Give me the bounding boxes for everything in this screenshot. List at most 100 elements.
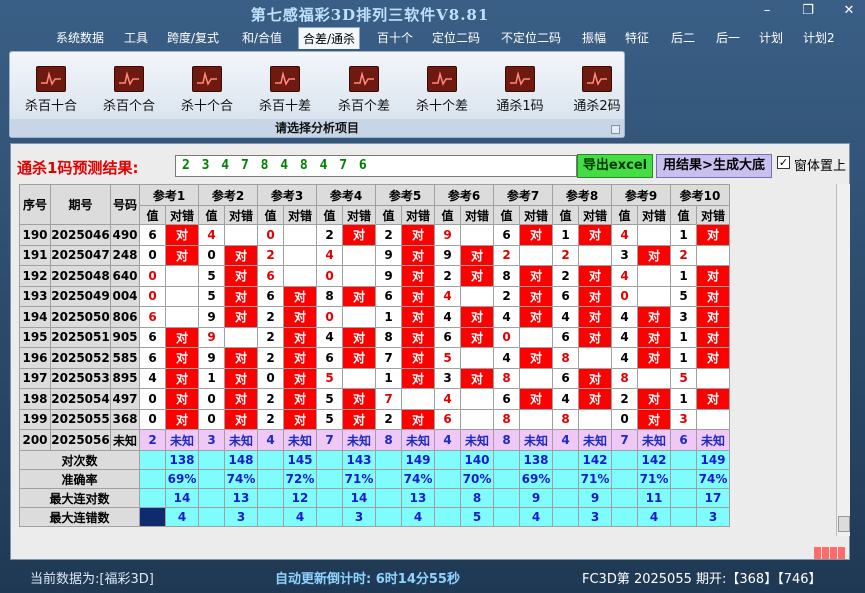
menu-item-12[interactable]: 后一 <box>712 27 744 49</box>
table-row[interactable]: 193 2025049 004 0 5 对 6 对 8 对 6 对 4 2 对 6 对 0 5 对 <box>19 285 730 307</box>
menu-item-5[interactable]: 合差/通杀 <box>298 27 361 49</box>
pending-row[interactable]: 200 2025056 未知 2 未知 3 未知 4 未知 7 未知 8 未知 4 未知 8 未知 4 未知 7 未知 6… <box>19 429 730 451</box>
header-hit: 对错 <box>460 205 494 225</box>
stat-spacer <box>434 469 461 489</box>
table-row[interactable]: 196 2025052 585 6 对 9 对 2 对 6 对 7 对 5 4 对 8 4 对 1 对 <box>19 347 730 369</box>
scrollbar-thumb[interactable] <box>838 516 850 532</box>
table-row[interactable]: 192 2025048 640 0 5 对 6 0 9 对 2 对 8 对 2 对 4 1 对 <box>19 265 730 287</box>
menu-item-6[interactable]: 百十个 <box>373 27 417 49</box>
vertical-scrollbar[interactable] <box>836 184 850 536</box>
table-row[interactable]: 194 2025050 806 6 9 对 2 对 0 1 对 4 对 4 对 4 对 4 对 3 对 <box>19 306 730 328</box>
header-value: 值 <box>670 205 697 225</box>
minimize-icon[interactable]: – <box>756 4 778 20</box>
cell-value: 7 <box>375 388 402 410</box>
ribbon-button-6[interactable]: 杀十个差 <box>403 66 481 114</box>
menu-item-8[interactable]: 不定位二码 <box>497 27 565 49</box>
cell-hit: 对 <box>165 244 199 266</box>
menu-item-1[interactable]: 系统数据 <box>52 27 108 49</box>
cell-value: 4 <box>611 326 638 348</box>
table-row[interactable]: 195 2025051 905 6 对 9 2 对 4 对 8 对 6 对 0 6 对 4 对 1 对 <box>19 326 730 348</box>
ribbon-button-3[interactable]: 杀十个合 <box>168 66 246 114</box>
menu-item-10[interactable]: 特征 <box>621 27 653 49</box>
cell-hit: 对 <box>342 408 376 430</box>
stat-value: 142 <box>637 450 671 470</box>
cell-hit: 对 <box>460 367 494 389</box>
generate-base-button[interactable]: 用结果>生成大底 <box>656 154 772 178</box>
cell-value: 6 <box>139 224 166 246</box>
pending-status: 未知 <box>696 429 730 451</box>
prediction-result-field[interactable]: 2 3 4 7 8 4 8 4 7 6 <box>175 155 577 177</box>
row-issue: 2025053 <box>50 367 111 389</box>
cell-value: 4 <box>139 367 166 389</box>
stat-spacer <box>139 450 166 470</box>
cell-hit: 对 <box>165 224 199 246</box>
cell-value: 3 <box>611 244 638 266</box>
cell-value: 0 <box>139 244 166 266</box>
ribbon-button-8[interactable]: 通杀2码 <box>558 66 636 114</box>
cell-hit: 对 <box>224 285 258 307</box>
menu-item-13[interactable]: 计划 <box>755 27 787 49</box>
cell-value: 4 <box>552 388 579 410</box>
stat-value: 71% <box>578 469 612 489</box>
menu-item-3[interactable]: 跨度/复式 <box>163 27 223 49</box>
cell-hit: 对 <box>165 367 199 389</box>
cell-hit: 对 <box>696 347 730 369</box>
cell-hit: 对 <box>224 388 258 410</box>
cell-hit <box>460 285 494 307</box>
topmost-checkbox[interactable]: ✓ <box>777 156 790 169</box>
table-row[interactable]: 191 2025047 248 0 对 0 对 2 4 9 对 9 对 2 2 3 对 2 <box>19 244 730 266</box>
menu-item-2[interactable]: 工具 <box>120 27 152 49</box>
stat-spacer <box>611 450 638 470</box>
menu-item-14[interactable]: 计划2 <box>799 27 839 49</box>
ribbon-button-5[interactable]: 杀百个差 <box>325 66 403 114</box>
cell-hit <box>578 347 612 369</box>
ribbon-launcher-icon[interactable] <box>611 125 620 134</box>
cell-value: 2 <box>257 347 284 369</box>
stat-value: 12 <box>283 488 317 508</box>
cell-value: 4 <box>434 285 461 307</box>
ribbon-button-2[interactable]: 杀百个合 <box>90 66 168 114</box>
cell-value: 5 <box>434 347 461 369</box>
stat-spacer <box>493 507 520 527</box>
cell-value: 6 <box>375 285 402 307</box>
export-excel-button[interactable]: 导出excel <box>577 154 653 178</box>
cell-value: 4 <box>434 306 461 328</box>
stat-value: 72% <box>283 469 317 489</box>
cell-hit <box>460 224 494 246</box>
menu-item-7[interactable]: 定位二码 <box>428 27 484 49</box>
ribbon-panel: 请选择分析项目 杀百十合 杀百个合 杀十个合 杀百十差 杀百个差 杀十个差 通杀1码 通杀2码 <box>9 51 625 138</box>
cell-hit <box>460 388 494 410</box>
close-icon[interactable]: ✕ <box>838 4 860 20</box>
cell-value: 2 <box>670 244 697 266</box>
header-hit: 对错 <box>165 205 199 225</box>
menu-item-11[interactable]: 后二 <box>667 27 699 49</box>
cell-hit: 对 <box>283 306 317 328</box>
table-row[interactable]: 198 2025054 497 0 对 0 对 2 对 5 对 7 4 6 对 4 对 2 对 1 对 <box>19 388 730 410</box>
table-row[interactable]: 199 2025055 368 0 对 0 对 2 对 5 对 2 对 6 8 8 0 对 3 <box>19 408 730 430</box>
cell-value: 1 <box>670 347 697 369</box>
stat-spacer <box>198 450 225 470</box>
header-value: 值 <box>611 205 638 225</box>
ribbon-button-4[interactable]: 杀百十差 <box>246 66 324 114</box>
table-row[interactable]: 197 2025053 895 4 对 1 对 0 对 5 1 对 3 对 8 6 对 8 5 <box>19 367 730 389</box>
ribbon-button-7[interactable]: 通杀1码 <box>481 66 559 114</box>
status-bar: 当前数据为:[福彩3D] 自动更新倒计时: 6时14分55秒 FC3D第 202… <box>0 562 865 593</box>
cell-hit <box>224 326 258 348</box>
cell-value: 6 <box>139 326 166 348</box>
cell-value: 8 <box>552 408 579 430</box>
cell-value: 6 <box>493 224 520 246</box>
row-code: 490 <box>110 224 140 246</box>
row-code: 806 <box>110 306 140 328</box>
cell-hit: 对 <box>224 306 258 328</box>
header-ref-6: 参考6 <box>434 184 494 206</box>
menu-item-9[interactable]: 振幅 <box>578 27 610 49</box>
pending-value: 4 <box>257 429 284 451</box>
table-row[interactable]: 190 2025046 490 6 对 4 0 2 对 2 对 9 6 对 1 对 4 1 对 <box>19 224 730 246</box>
menu-item-4[interactable]: 和/合值 <box>238 27 286 49</box>
restore-icon[interactable]: ❐ <box>797 4 819 20</box>
cell-hit: 对 <box>283 347 317 369</box>
row-code: 004 <box>110 285 140 307</box>
stat-value: 71% <box>342 469 376 489</box>
ribbon-button-1[interactable]: 杀百十合 <box>12 66 90 114</box>
ribbon-group-label: 请选择分析项目 <box>10 119 624 137</box>
